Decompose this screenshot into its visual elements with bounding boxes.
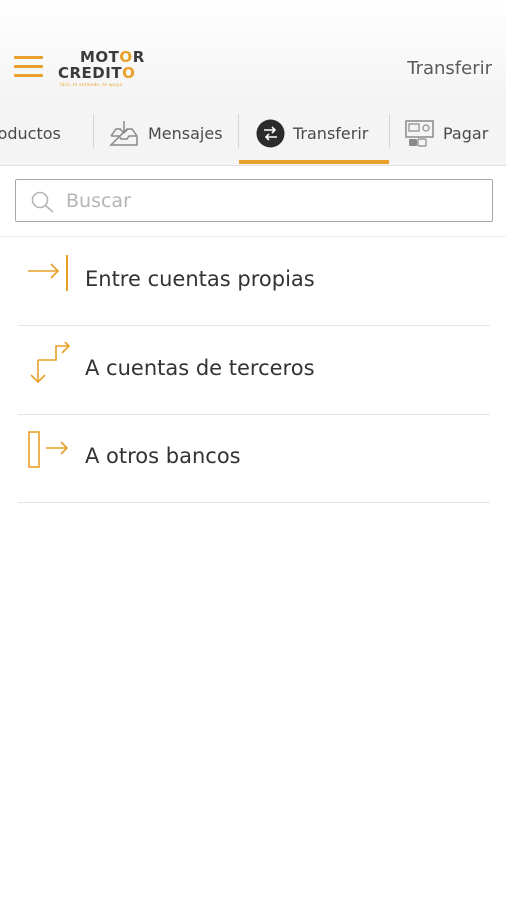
motor-credito-logo: MOTOR CREDITO fácil, te entiende, te apo… (58, 48, 145, 88)
tab-separator (238, 114, 239, 148)
tab-transferir[interactable]: Transferir (256, 100, 369, 165)
tab-separator (93, 114, 94, 148)
search-box[interactable] (15, 179, 493, 222)
tab-bar: Productos Mensajes Transferir (0, 100, 506, 166)
tab-label: Mensajes (148, 123, 223, 143)
tab-pagar[interactable]: Pagar (404, 100, 489, 165)
transfer-circle-icon (256, 119, 285, 148)
tab-mensajes[interactable]: Mensajes (108, 100, 223, 165)
pay-icon (404, 118, 435, 148)
option-label: Entre cuentas propias (85, 267, 315, 291)
tab-label: Productos (0, 123, 61, 143)
page-title: Transferir (407, 58, 492, 79)
arrow-to-bar-icon (26, 253, 72, 297)
search-icon (30, 190, 56, 218)
option-entre-cuentas-propias[interactable]: Entre cuentas propias (18, 237, 490, 326)
app-header: MOTOR CREDITO fácil, te entiende, te apo… (0, 0, 506, 100)
option-a-cuentas-de-terceros[interactable]: A cuentas de terceros (18, 326, 490, 415)
option-a-otros-bancos[interactable]: A otros bancos (18, 414, 490, 503)
tab-label: Transferir (293, 123, 369, 143)
option-label: A cuentas de terceros (85, 356, 315, 380)
search-input[interactable] (66, 186, 476, 216)
option-label: A otros bancos (85, 444, 241, 468)
active-tab-indicator (239, 160, 389, 164)
inbox-icon (108, 118, 140, 148)
tab-label: Pagar (443, 123, 489, 143)
bar-arrow-right-icon (26, 430, 72, 474)
hamburger-menu-icon[interactable] (14, 56, 44, 80)
corner-arrows-icon (26, 338, 72, 386)
tab-separator (389, 114, 390, 148)
tab-productos[interactable]: Productos (0, 100, 61, 165)
